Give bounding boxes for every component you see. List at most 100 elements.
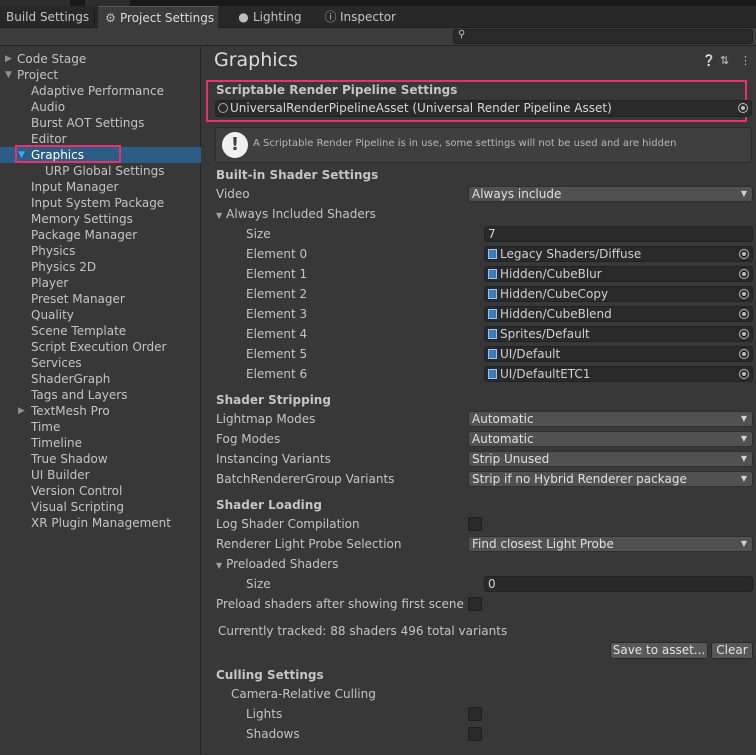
element-label: Element 6 bbox=[246, 367, 308, 381]
sidebar-item-code-stage[interactable]: ▶ Code Stage bbox=[0, 51, 201, 67]
object-picker-icon[interactable] bbox=[739, 249, 749, 259]
shader-object-field[interactable]: Sprites/Default bbox=[484, 326, 753, 342]
sidebar-item-label: Script Execution Order bbox=[31, 340, 167, 354]
video-label: Video bbox=[216, 187, 250, 201]
sidebar-item-label: True Shadow bbox=[31, 452, 108, 466]
shader-object-field[interactable]: UI/Default bbox=[484, 346, 753, 362]
log-shader-compilation-label: Log Shader Compilation bbox=[216, 517, 360, 531]
shader-object-field[interactable]: Hidden/CubeBlend bbox=[484, 306, 753, 322]
lights-checkbox[interactable] bbox=[468, 707, 482, 721]
shader-name: Hidden/CubeCopy bbox=[500, 287, 609, 301]
sidebar-item-script-execution-order[interactable]: Script Execution Order bbox=[0, 339, 201, 355]
builtin-section-heading: Built-in Shader Settings bbox=[216, 168, 379, 182]
dropdown-value: Automatic bbox=[472, 432, 534, 446]
sidebar-item-package-manager[interactable]: Package Manager bbox=[0, 227, 201, 243]
sidebar-item-time[interactable]: Time bbox=[0, 419, 201, 435]
brg-variants-dropdown[interactable]: Strip if no Hybrid Renderer package ▼ bbox=[468, 471, 753, 487]
sidebar-item-version-control[interactable]: Version Control bbox=[0, 483, 201, 499]
sidebar-item-player[interactable]: Player bbox=[0, 275, 201, 291]
video-dropdown[interactable]: Always include ▼ bbox=[468, 186, 753, 202]
expand-arrow-icon[interactable]: ▶ bbox=[5, 51, 12, 67]
element-label: Element 5 bbox=[246, 347, 308, 361]
object-picker-icon[interactable] bbox=[738, 103, 748, 113]
sidebar-item-adaptive-performance[interactable]: Adaptive Performance bbox=[0, 83, 201, 99]
save-to-asset-button[interactable]: Save to asset... bbox=[610, 642, 708, 659]
sidebar-item-label: Timeline bbox=[31, 436, 83, 450]
tab-inspector[interactable]: ⓘ Inspector bbox=[318, 6, 402, 28]
expand-arrow-icon[interactable]: ▶ bbox=[18, 403, 25, 419]
shader-object-field[interactable]: Hidden/CubeBlur bbox=[484, 266, 753, 282]
sidebar-item-input-system-package[interactable]: Input System Package bbox=[0, 195, 201, 211]
stripping-section-heading: Shader Stripping bbox=[216, 393, 331, 407]
sidebar-item-input-manager[interactable]: Input Manager bbox=[0, 179, 201, 195]
dropdown-value: Automatic bbox=[472, 412, 534, 426]
shader-icon bbox=[488, 369, 497, 379]
tab-bar: Build Settings ⚙ Project Settings ● Lighti… bbox=[0, 6, 756, 28]
sidebar-item-project[interactable]: ▼ Project bbox=[0, 67, 201, 83]
shader-icon bbox=[488, 309, 497, 319]
help-icon[interactable]: ❔ bbox=[702, 54, 716, 67]
instancing-variants-dropdown[interactable]: Strip Unused ▼ bbox=[468, 451, 753, 467]
fog-modes-dropdown[interactable]: Automatic ▼ bbox=[468, 431, 753, 447]
sidebar-item-preset-manager[interactable]: Preset Manager bbox=[0, 291, 201, 307]
preloaded-shaders-foldout[interactable]: ▼ Preloaded Shaders bbox=[216, 557, 338, 571]
more-options-icon[interactable]: ⋮ bbox=[740, 54, 751, 67]
sidebar-item-label: Visual Scripting bbox=[31, 500, 124, 514]
sidebar-item-services[interactable]: Services bbox=[0, 355, 201, 371]
shader-object-field[interactable]: Hidden/CubeCopy bbox=[484, 286, 753, 302]
search-input[interactable]: ⚲ bbox=[453, 29, 753, 44]
lightmap-modes-dropdown[interactable]: Automatic ▼ bbox=[468, 411, 753, 427]
log-shader-compilation-checkbox[interactable] bbox=[468, 517, 482, 531]
tab-project-settings[interactable]: ⚙ Project Settings bbox=[98, 6, 218, 28]
sidebar-item-label: Quality bbox=[31, 308, 74, 322]
shader-name: Legacy Shaders/Diffuse bbox=[500, 247, 642, 261]
sidebar-item-shadergraph[interactable]: ShaderGraph bbox=[0, 371, 201, 387]
sidebar-item-urp-global-settings[interactable]: URP Global Settings bbox=[0, 163, 201, 179]
sidebar-item-label: Package Manager bbox=[31, 228, 138, 242]
sidebar-item-memory-settings[interactable]: Memory Settings bbox=[0, 211, 201, 227]
collapse-arrow-icon[interactable]: ▼ bbox=[5, 67, 12, 83]
sidebar-item-visual-scripting[interactable]: Visual Scripting bbox=[0, 499, 201, 515]
shader-object-field[interactable]: Legacy Shaders/Diffuse bbox=[484, 246, 753, 262]
object-picker-icon[interactable] bbox=[739, 369, 749, 379]
object-picker-icon[interactable] bbox=[739, 349, 749, 359]
sidebar-item-quality[interactable]: Quality bbox=[0, 307, 201, 323]
tab-lighting[interactable]: ● Lighting bbox=[231, 6, 308, 28]
tab-label: Build Settings bbox=[6, 10, 90, 24]
object-picker-icon[interactable] bbox=[739, 269, 749, 279]
graphics-highlight-box bbox=[15, 145, 121, 163]
sidebar-item-burst-aot-settings[interactable]: Burst AOT Settings bbox=[0, 115, 201, 131]
sidebar-item-ui-builder[interactable]: UI Builder bbox=[0, 467, 201, 483]
array-size-field[interactable]: 7 bbox=[484, 226, 753, 242]
sidebar-item-timeline[interactable]: Timeline bbox=[0, 435, 201, 451]
brg-variants-label: BatchRendererGroup Variants bbox=[216, 472, 395, 486]
sidebar-item-physics[interactable]: Physics bbox=[0, 243, 201, 259]
light-probe-selection-dropdown[interactable]: Find closest Light Probe ▼ bbox=[468, 536, 753, 552]
sidebar-item-tags-and-layers[interactable]: Tags and Layers bbox=[0, 387, 201, 403]
preload-after-first-scene-checkbox[interactable] bbox=[468, 597, 482, 611]
shader-object-field[interactable]: UI/DefaultETC1 bbox=[484, 366, 753, 382]
object-picker-icon[interactable] bbox=[739, 289, 749, 299]
clear-button[interactable]: Clear bbox=[711, 642, 753, 659]
sidebar-item-audio[interactable]: Audio bbox=[0, 99, 201, 115]
preloaded-size-field[interactable]: 0 bbox=[484, 576, 753, 592]
object-picker-icon[interactable] bbox=[739, 329, 749, 339]
preset-sliders-icon[interactable]: ⇅ bbox=[720, 54, 729, 67]
tab-divider bbox=[94, 9, 95, 25]
dropdown-arrow-icon: ▼ bbox=[740, 539, 747, 548]
sidebar-item-true-shadow[interactable]: True Shadow bbox=[0, 451, 201, 467]
sidebar-item-physics-2d[interactable]: Physics 2D bbox=[0, 259, 201, 275]
sidebar-item-scene-template[interactable]: Scene Template bbox=[0, 323, 201, 339]
help-message: A Scriptable Render Pipeline is in use, … bbox=[253, 138, 677, 149]
sidebar-item-label: Adaptive Performance bbox=[31, 84, 164, 98]
always-included-foldout[interactable]: ▼ Always Included Shaders bbox=[216, 207, 376, 221]
shadows-checkbox[interactable] bbox=[468, 727, 482, 741]
foldout-arrow-icon[interactable]: ▼ bbox=[216, 561, 222, 570]
sidebar-item-xr-plugin-management[interactable]: XR Plugin Management bbox=[0, 515, 201, 531]
srp-asset-field[interactable]: UniversalRenderPipelineAsset (Universal … bbox=[215, 100, 752, 117]
foldout-label: Preloaded Shaders bbox=[226, 557, 339, 571]
tab-build-settings[interactable]: Build Settings bbox=[0, 6, 95, 28]
foldout-arrow-icon[interactable]: ▼ bbox=[216, 211, 222, 220]
sidebar-item-textmesh-pro[interactable]: ▶ TextMesh Pro bbox=[0, 403, 201, 419]
object-picker-icon[interactable] bbox=[739, 309, 749, 319]
